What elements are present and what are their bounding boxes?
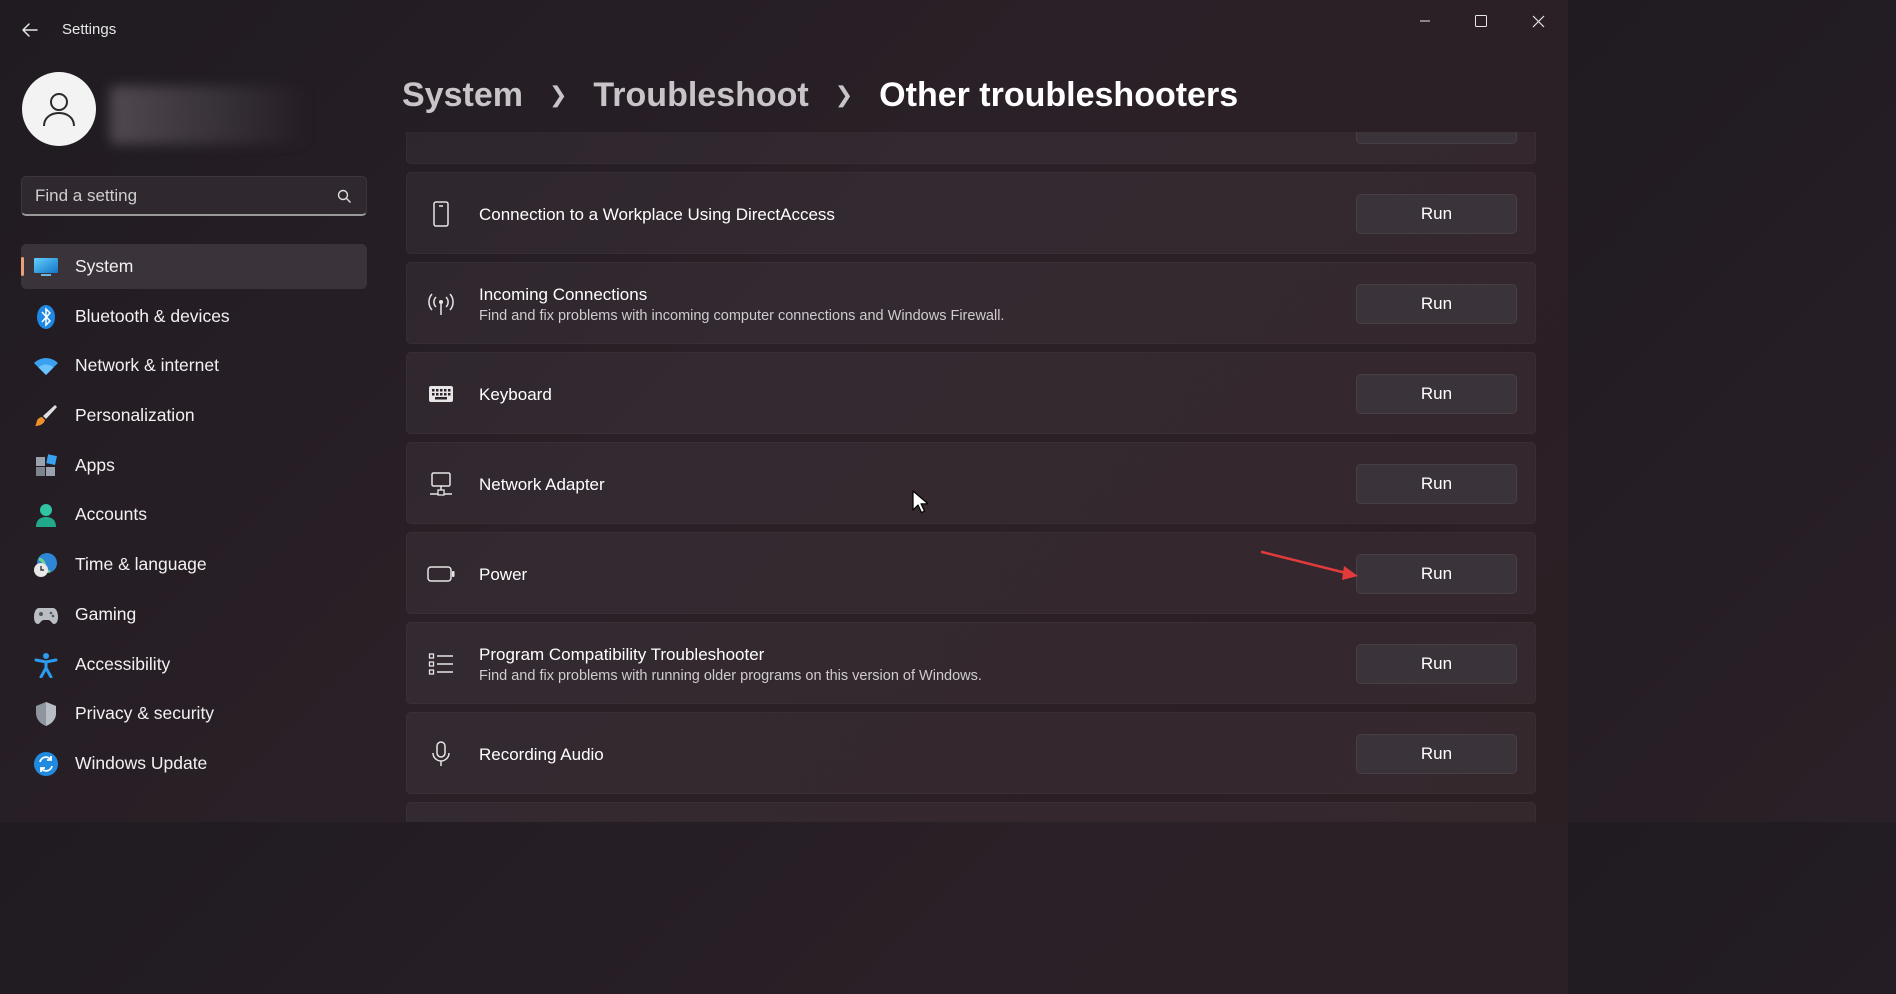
title-bar: Settings — [0, 0, 1568, 60]
breadcrumb: System ❯ Troubleshoot ❯ Other troublesho… — [402, 70, 1238, 120]
minimize-icon — [1420, 20, 1430, 22]
sidebar-item-label: Accessibility — [75, 653, 171, 674]
sidebar-item-label: Network & internet — [75, 355, 219, 376]
sidebar-item-label: Windows Update — [75, 752, 208, 773]
breadcrumb-system[interactable]: System — [402, 76, 523, 115]
sidebar-item-time-language[interactable]: Time & language — [21, 542, 367, 587]
back-button[interactable] — [14, 14, 46, 46]
wifi-icon — [33, 353, 59, 379]
maximize-button[interactable] — [1459, 6, 1503, 36]
search-box[interactable] — [21, 176, 367, 216]
list-item — [406, 802, 1536, 822]
back-arrow-icon — [22, 23, 38, 37]
sidebar-item-bluetooth[interactable]: Bluetooth & devices — [21, 294, 367, 339]
list-item: Program Compatibility Troubleshooter Fin… — [406, 622, 1536, 704]
troubleshooter-title: Program Compatibility Troubleshooter — [479, 645, 765, 664]
sidebar-item-accounts[interactable]: Accounts — [21, 492, 367, 537]
run-button[interactable]: Run — [1356, 554, 1517, 594]
sidebar-item-label: Gaming — [75, 603, 137, 624]
globe-clock-icon — [33, 552, 59, 578]
run-button[interactable]: Run — [1356, 464, 1517, 504]
run-button[interactable]: Run — [1356, 194, 1517, 234]
troubleshooter-title: Power — [479, 565, 528, 584]
antenna-icon — [427, 290, 455, 318]
maximize-icon — [1475, 15, 1487, 27]
list-item: Connection to a Workplace Using DirectAc… — [406, 172, 1536, 254]
sidebar-item-system[interactable]: System — [21, 244, 367, 289]
sidebar-item-label: Apps — [75, 454, 115, 475]
sidebar-item-label: Personalization — [75, 405, 195, 426]
run-button[interactable] — [1356, 132, 1517, 144]
shield-icon — [33, 701, 59, 727]
list-item: Keyboard Run — [406, 352, 1536, 434]
sidebar-item-apps[interactable]: Apps — [21, 443, 367, 488]
chevron-right-icon: ❯ — [834, 82, 854, 107]
sidebar-nav: System Bluetooth & devices Network & int… — [21, 244, 367, 791]
mouse-cursor-icon — [912, 490, 928, 514]
troubleshooter-title: Recording Audio — [479, 745, 604, 764]
microphone-icon — [427, 740, 455, 768]
sidebar-item-accessibility[interactable]: Accessibility — [21, 642, 367, 687]
sidebar-item-network[interactable]: Network & internet — [21, 343, 367, 388]
troubleshooter-title: Connection to a Workplace Using DirectAc… — [479, 205, 835, 224]
phone-device-icon — [427, 200, 455, 228]
sidebar-item-personalization[interactable]: Personalization — [21, 393, 367, 438]
close-icon — [1532, 15, 1544, 27]
sidebar-item-label: Bluetooth & devices — [75, 305, 230, 326]
list-item: Network Adapter Run — [406, 442, 1536, 524]
sidebar-item-label: Time & language — [75, 554, 207, 575]
sidebar-item-gaming[interactable]: Gaming — [21, 592, 367, 637]
annotation-arrow-icon — [1260, 550, 1358, 580]
run-button[interactable]: Run — [1356, 644, 1517, 684]
sidebar-item-label: Accounts — [75, 504, 147, 525]
troubleshooter-list: Connection to a Workplace Using DirectAc… — [406, 132, 1536, 822]
troubleshooter-title: Keyboard — [479, 385, 552, 404]
list-item: Incoming Connections Find and fix proble… — [406, 262, 1536, 344]
breadcrumb-troubleshoot[interactable]: Troubleshoot — [593, 76, 808, 115]
avatar[interactable] — [22, 72, 96, 146]
minimize-button[interactable] — [1403, 6, 1447, 36]
sidebar-item-windows-update[interactable]: Windows Update — [21, 741, 367, 786]
list-icon — [427, 650, 455, 678]
list-item: Recording Audio Run — [406, 712, 1536, 794]
app-title: Settings — [62, 21, 117, 38]
chevron-right-icon: ❯ — [548, 82, 568, 107]
close-button[interactable] — [1516, 6, 1560, 36]
accessibility-icon — [33, 652, 59, 678]
run-button[interactable]: Run — [1356, 374, 1517, 414]
troubleshooter-description: Find and fix problems with running older… — [479, 668, 982, 684]
search-input[interactable] — [35, 185, 335, 207]
network-adapter-icon — [427, 470, 455, 498]
page-title: Other troubleshooters — [879, 75, 1239, 114]
bluetooth-icon — [33, 304, 59, 330]
keyboard-icon — [427, 380, 455, 408]
update-icon — [33, 751, 59, 777]
person-avatar-icon — [43, 93, 75, 127]
troubleshooter-description: Find and fix problems with incoming comp… — [479, 308, 1005, 324]
troubleshooter-title: Network Adapter — [479, 475, 605, 494]
sidebar-item-label: System — [75, 256, 134, 276]
list-item: Power Run — [406, 532, 1536, 614]
search-icon[interactable] — [337, 189, 352, 209]
sidebar-item-privacy[interactable]: Privacy & security — [21, 691, 367, 736]
apps-icon — [33, 453, 59, 479]
battery-icon — [427, 560, 455, 588]
blurred-user-name — [110, 86, 310, 144]
gamepad-icon — [33, 602, 59, 628]
person-icon — [33, 502, 59, 528]
list-item — [406, 132, 1536, 164]
run-button[interactable]: Run — [1356, 734, 1517, 774]
run-button[interactable]: Run — [1356, 284, 1517, 324]
brush-icon — [33, 403, 59, 429]
troubleshooter-title: Incoming Connections — [479, 285, 648, 304]
sidebar-item-label: Privacy & security — [75, 703, 215, 724]
system-icon — [33, 254, 59, 280]
